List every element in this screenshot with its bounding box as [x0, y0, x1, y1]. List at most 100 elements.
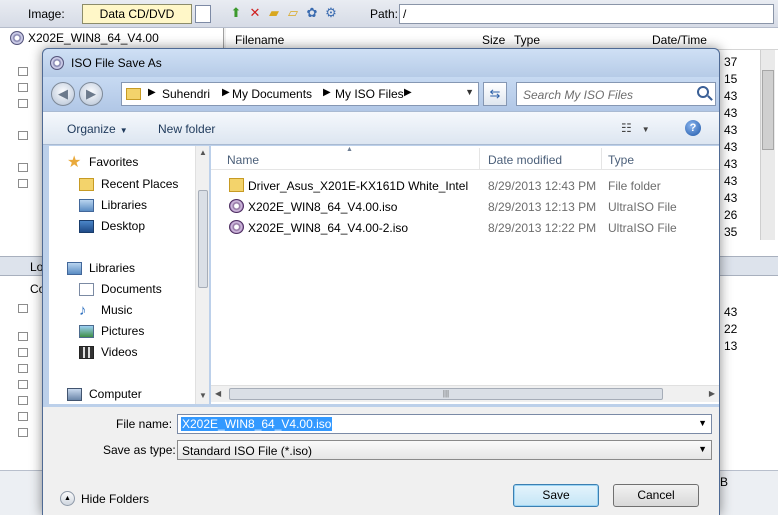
scrollbar-thumb[interactable] [762, 70, 774, 150]
back-button[interactable]: ◀ [51, 82, 75, 106]
time-fragment: 43 [724, 106, 738, 120]
tree-expander[interactable] [18, 380, 28, 389]
hide-folders-button[interactable]: ▲ Hide Folders [60, 491, 149, 506]
file-name-input[interactable]: X202E_WIN8_64_V4.00.iso ▼ [177, 414, 712, 434]
nav-libraries-fav[interactable]: Libraries [79, 195, 147, 215]
col-type[interactable]: Type [608, 153, 634, 167]
scroll-right-icon[interactable]: ▶ [709, 389, 715, 398]
scroll-down-icon[interactable]: ▼ [199, 391, 207, 400]
nav-music[interactable]: ♪ Music [79, 300, 132, 320]
navigation-bar: ◀ ▶ ▶ Suhendri ▶ My Documents ▶ My ISO F… [43, 77, 719, 111]
time-fragment: 43 [724, 140, 738, 154]
nav-libraries[interactable]: Libraries [67, 258, 135, 278]
new-folder-button[interactable]: New folder [158, 122, 215, 136]
file-type: UltraISO File [608, 221, 677, 235]
chevron-down-icon[interactable]: ▼ [465, 87, 474, 97]
dialog-title-bar[interactable]: ISO File Save As [43, 49, 719, 77]
tree-expander[interactable] [18, 396, 28, 405]
chevron-right-icon[interactable]: ▶ [323, 87, 331, 98]
settings-gear-icon[interactable]: ⚙ [323, 5, 339, 21]
nav-desktop[interactable]: Desktop [79, 216, 145, 236]
nav-computer[interactable]: Computer [67, 384, 142, 404]
navigation-pane: ★ Favorites Recent Places Libraries Deskt… [49, 146, 209, 404]
properties-icon[interactable]: ✿ [304, 5, 320, 21]
save-type-select[interactable]: Standard ISO File (*.iso) ▼ [177, 440, 712, 460]
tree-expander[interactable] [18, 332, 28, 341]
scrollbar-thumb[interactable] [198, 190, 208, 288]
file-list-header: ▲ Name Date modified Type [211, 146, 719, 170]
iso-tree-root-label: X202E_WIN8_64_V4.00 [28, 31, 159, 45]
command-bar: Organize ▼ New folder ☷ ▼ ? [43, 111, 719, 145]
delete-icon[interactable]: ✕ [247, 5, 263, 21]
col-type[interactable]: Type [514, 33, 540, 47]
help-icon[interactable]: ? [685, 120, 701, 136]
column-divider[interactable] [479, 148, 480, 170]
cancel-button[interactable]: Cancel [613, 484, 699, 507]
time-fragment: 43 [724, 305, 738, 319]
nav-videos[interactable]: Videos [79, 342, 137, 362]
chevron-down-icon[interactable]: ▼ [698, 418, 707, 428]
iso-tree-root[interactable]: X202E_WIN8_64_V4.00 [10, 31, 159, 45]
breadcrumb-my-iso-files[interactable]: My ISO Files [335, 87, 404, 101]
up-arrow-icon[interactable]: ⬆ [228, 5, 244, 21]
tree-expander[interactable] [18, 83, 28, 92]
chevron-right-icon[interactable]: ▶ [404, 87, 412, 98]
tree-expander[interactable] [18, 304, 28, 313]
col-datetime[interactable]: Date/Time [652, 33, 707, 47]
image-properties-button[interactable] [195, 5, 211, 23]
col-size[interactable]: Size [482, 33, 505, 47]
tree-expander[interactable] [18, 364, 28, 373]
file-list-hscrollbar[interactable]: ◀ ||| ▶ [211, 385, 719, 402]
tree-expander[interactable] [18, 412, 28, 421]
refresh-button[interactable]: ⇆ [483, 82, 507, 106]
tree-expander[interactable] [18, 348, 28, 357]
tree-expander[interactable] [18, 67, 28, 76]
path-field[interactable]: / [399, 4, 774, 24]
scroll-up-icon[interactable]: ▲ [199, 148, 207, 157]
file-date: 8/29/2013 12:43 PM [488, 179, 597, 193]
tree-expander[interactable] [18, 131, 28, 140]
nav-recent-places[interactable]: Recent Places [79, 174, 178, 194]
column-divider[interactable] [601, 148, 602, 170]
time-fragment: 43 [724, 123, 738, 137]
nav-documents[interactable]: Documents [79, 279, 162, 299]
col-date-modified[interactable]: Date modified [488, 153, 562, 167]
chevron-right-icon[interactable]: ▶ [222, 87, 230, 98]
col-filename[interactable]: Filename [235, 33, 284, 47]
tree-expander[interactable] [18, 179, 28, 188]
change-view-button[interactable]: ☷ ▼ [621, 121, 650, 135]
computer-icon [67, 387, 82, 401]
nav-pane-scrollbar[interactable]: ▲ ▼ [195, 146, 209, 404]
search-input[interactable]: Search My ISO Files [516, 82, 716, 106]
iso-list-scrollbar[interactable] [760, 50, 775, 240]
address-bar[interactable]: ▶ Suhendri ▶ My Documents ▶ My ISO Files… [121, 82, 479, 106]
breadcrumb-my-documents[interactable]: My Documents [232, 87, 312, 101]
tree-expander[interactable] [18, 99, 28, 108]
save-fields: File name: X202E_WIN8_64_V4.00.iso ▼ Sav… [43, 407, 719, 475]
tree-expander[interactable] [18, 163, 28, 172]
forward-button[interactable]: ▶ [79, 82, 103, 106]
scrollbar-thumb[interactable]: ||| [229, 388, 663, 400]
chevron-right-icon[interactable]: ▶ [148, 87, 156, 98]
file-date: 8/29/2013 12:13 PM [488, 200, 597, 214]
tree-expander[interactable] [18, 428, 28, 437]
chevron-down-icon[interactable]: ▼ [698, 444, 707, 454]
search-icon [697, 86, 709, 98]
scroll-left-icon[interactable]: ◀ [215, 389, 221, 398]
file-row[interactable]: X202E_WIN8_64_V4.00-2.iso 8/29/2013 12:2… [211, 217, 701, 238]
rename-icon[interactable]: ▱ [285, 5, 301, 21]
file-row[interactable]: X202E_WIN8_64_V4.00.iso 8/29/2013 12:13 … [211, 196, 701, 217]
nav-label: Desktop [101, 219, 146, 233]
nav-pictures[interactable]: Pictures [79, 321, 144, 341]
breadcrumb-suhendri[interactable]: Suhendri [162, 87, 210, 101]
col-name[interactable]: Name [227, 153, 259, 167]
time-fragment: 43 [724, 89, 738, 103]
ultraiso-toolbar: Image: Data CD/DVD ⬆ ✕ ▰ ▱ ✿ ⚙ Path: / [0, 0, 778, 28]
save-button[interactable]: Save [513, 484, 599, 507]
image-type-field[interactable]: Data CD/DVD [82, 4, 192, 24]
organize-button[interactable]: Organize ▼ [67, 122, 128, 136]
nav-favorites[interactable]: ★ Favorites [67, 152, 138, 172]
new-folder-icon[interactable]: ▰ [266, 5, 282, 21]
file-row[interactable]: Driver_Asus_X201E-KX161D White_Intel 8/2… [211, 175, 701, 196]
iso-file-times: 37 15 43 43 43 43 43 43 43 26 35 [724, 54, 737, 241]
